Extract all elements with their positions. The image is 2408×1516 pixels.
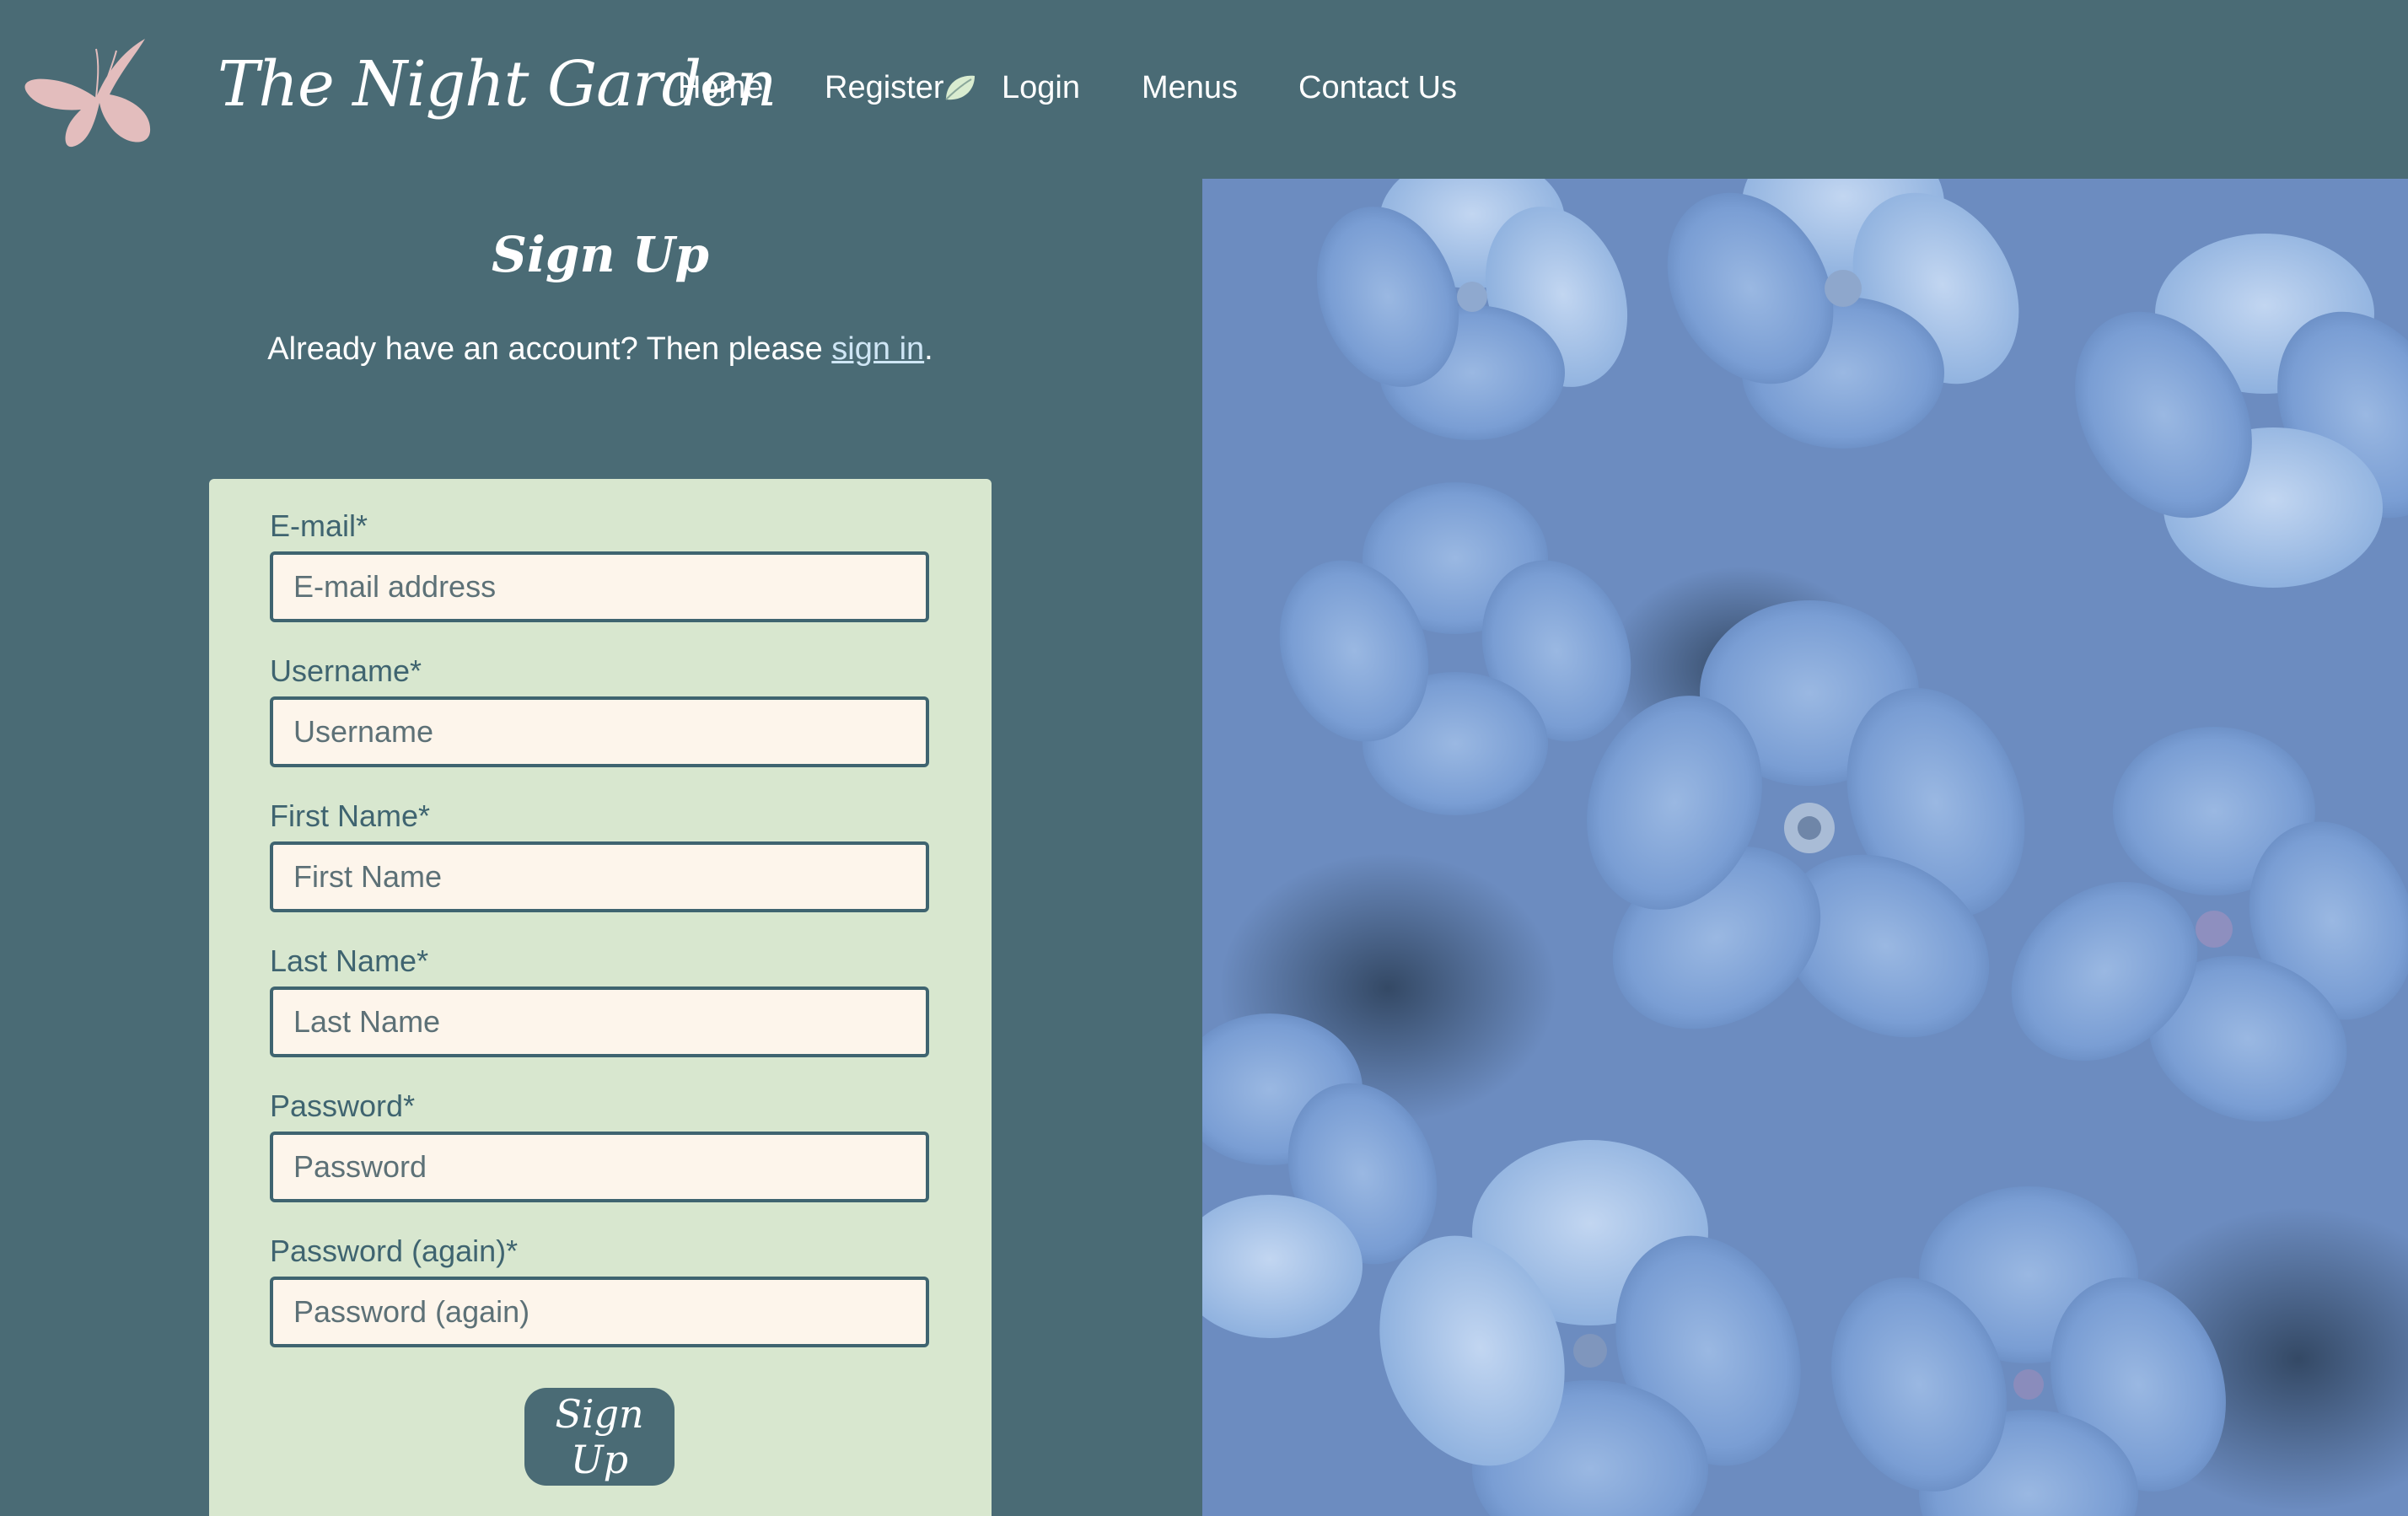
signin-prompt: Already have an account? Then please sig… bbox=[0, 324, 1201, 374]
email-field[interactable] bbox=[270, 551, 929, 622]
page-title: Sign Up bbox=[492, 226, 709, 283]
signup-form: E-mail* Username* First Name* Last Name*… bbox=[209, 479, 992, 1516]
nav-login[interactable]: Login bbox=[1002, 61, 1080, 115]
nav-register[interactable]: Register bbox=[825, 61, 944, 115]
last-name-field[interactable] bbox=[270, 986, 929, 1057]
top-navbar: The Night Garden Home Register Login Men… bbox=[0, 0, 2408, 179]
username-label: Username* bbox=[270, 653, 422, 688]
username-field[interactable] bbox=[270, 696, 929, 767]
password-again-label: Password (again)* bbox=[270, 1234, 519, 1268]
last-name-label: Last Name* bbox=[270, 943, 429, 978]
butterfly-icon[interactable] bbox=[19, 30, 153, 148]
first-name-label: First Name* bbox=[270, 798, 431, 833]
nav-home[interactable]: Home bbox=[678, 61, 763, 115]
signin-prompt-text: Already have an account? Then please bbox=[267, 331, 832, 367]
hydrangea-photo bbox=[1202, 179, 2408, 1516]
password-label: Password* bbox=[270, 1089, 416, 1123]
email-label: E-mail* bbox=[270, 508, 368, 543]
nav-menus[interactable]: Menus bbox=[1142, 61, 1238, 115]
signup-button[interactable]: Sign Up bbox=[524, 1388, 675, 1486]
nav-contact-us[interactable]: Contact Us bbox=[1298, 61, 1457, 115]
leaf-icon bbox=[945, 75, 975, 100]
first-name-field[interactable] bbox=[270, 841, 929, 912]
signin-link[interactable]: sign in bbox=[831, 331, 924, 367]
password-again-field[interactable] bbox=[270, 1277, 929, 1347]
password-field[interactable] bbox=[270, 1132, 929, 1202]
signin-prompt-suffix: . bbox=[924, 331, 933, 367]
hydrangea-illustration bbox=[1202, 179, 2408, 1516]
